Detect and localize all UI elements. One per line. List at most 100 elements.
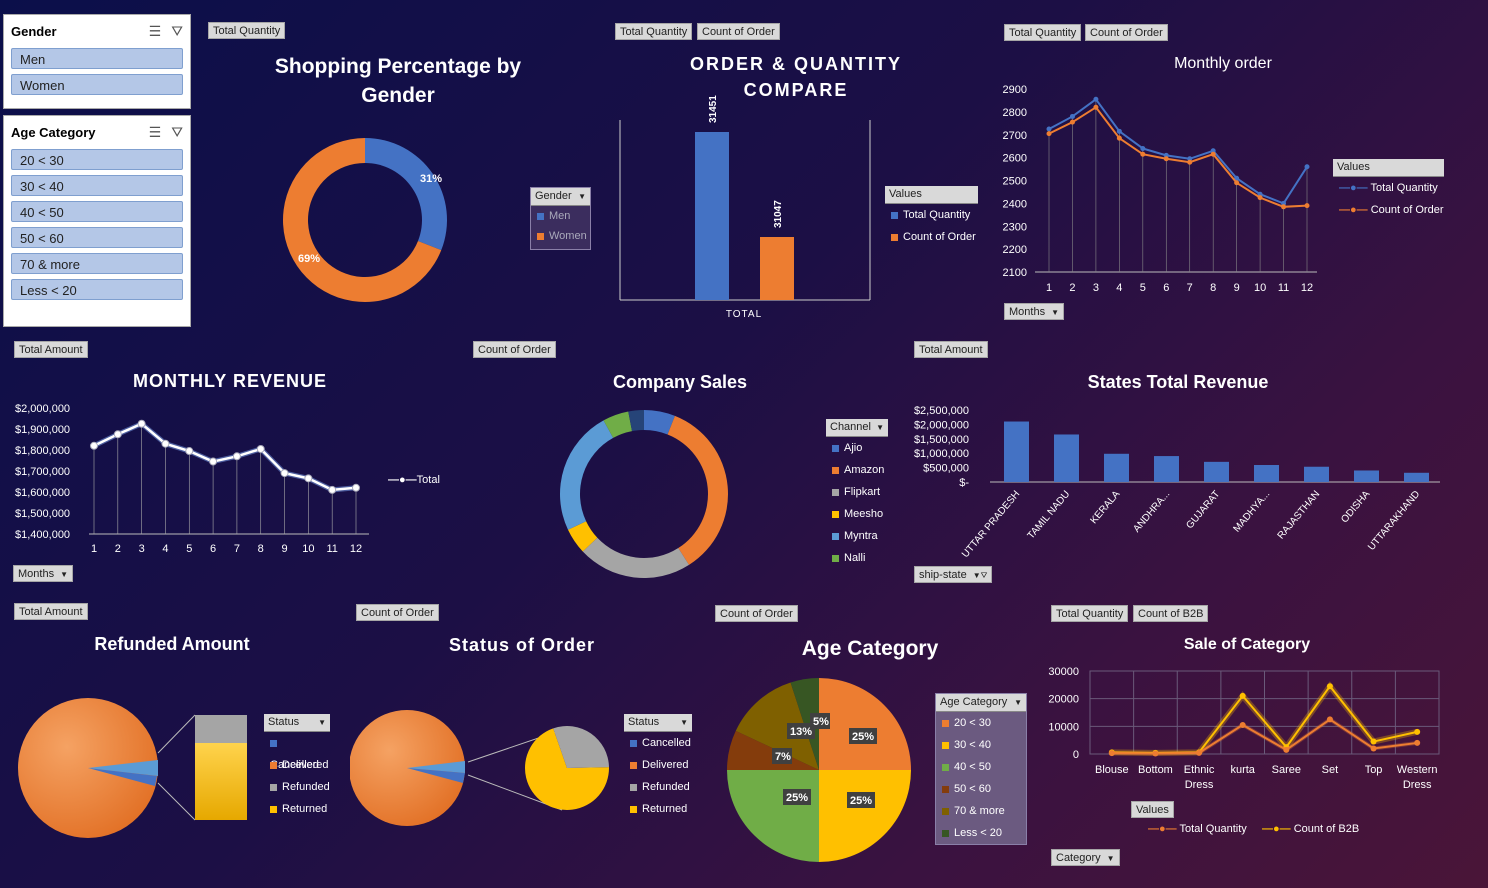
- bar-andhra-: [1154, 456, 1179, 482]
- monthly-order-legend: Values —●— Total Quantity —●— Count of O…: [1333, 159, 1444, 223]
- data-point: [1196, 749, 1203, 756]
- age-slicer-item[interactable]: Less < 20: [11, 279, 183, 300]
- dropdown-arrow-icon[interactable]: ▼: [876, 419, 884, 436]
- x-tick-label: 12: [1301, 282, 1313, 294]
- gender-slicer-item-men[interactable]: Men: [11, 48, 183, 69]
- monthly-order-axis: 2900280027002600250024002300220021001 2 3 4…: [1003, 84, 1317, 294]
- age-slicer-item[interactable]: 30 < 40: [11, 175, 183, 196]
- y-tick-label: $1,800,000: [15, 445, 70, 457]
- age-chart-field-button[interactable]: Count of Order: [715, 605, 798, 622]
- order-qty-field-button-1[interactable]: Total Quantity: [615, 23, 693, 40]
- monthly-revenue-field-button[interactable]: Total Amount: [14, 341, 88, 358]
- legend-item: Flipkart: [826, 481, 888, 503]
- x-tick-label: 10: [1254, 282, 1266, 294]
- age-pie-chart: 25% 25% 25% 7% 13%5%: [727, 678, 911, 862]
- axis-button-label: Category: [1056, 852, 1101, 864]
- y-tick-label: 2500: [1003, 176, 1027, 188]
- data-point: [1152, 750, 1159, 757]
- monthly-order-field-button-1[interactable]: Total Quantity: [1004, 24, 1082, 41]
- states-title: States Total Revenue: [1087, 372, 1269, 392]
- legend-label: Flipkart: [844, 486, 881, 498]
- order-qty-legend: Values Total Quantity Count of Order: [885, 186, 978, 248]
- age-slicer-item[interactable]: 70 & more: [11, 253, 183, 274]
- age-chart-legend-header[interactable]: Age Category ▼: [936, 694, 1026, 712]
- refunded-legend-header[interactable]: Status ▼: [264, 714, 330, 732]
- sale-cat-field-button-2[interactable]: Count of B2B: [1133, 605, 1209, 622]
- x-tick-label: 6: [210, 543, 216, 555]
- age-slicer-item[interactable]: 50 < 60: [11, 227, 183, 248]
- data-point: [1108, 750, 1115, 757]
- legend-label: Less < 20: [954, 827, 1003, 839]
- y-tick-label: 2800: [1003, 107, 1027, 119]
- series-shadow: [92, 420, 357, 493]
- age-slicer-item[interactable]: 40 < 50: [11, 201, 183, 222]
- data-point: [1140, 145, 1146, 151]
- legend-label: Women: [549, 230, 587, 242]
- dropdown-arrow-icon[interactable]: ▼: [680, 714, 688, 731]
- monthly-order-field-button-2[interactable]: Count of Order: [1085, 24, 1168, 41]
- data-point: [1140, 151, 1146, 157]
- gender-legend-header[interactable]: Gender ▼: [531, 188, 590, 206]
- sale-cat-axis-button[interactable]: Category ▼: [1051, 849, 1120, 866]
- legend-item: Cancelled: [264, 732, 330, 771]
- monthly-order-axis-button[interactable]: Months ▼: [1004, 303, 1064, 320]
- monthly-order-legend-header: Values: [1333, 159, 1444, 177]
- data-point: [1093, 104, 1099, 110]
- data-label: 25%: [850, 795, 872, 807]
- gender-legend: Gender ▼ Men Women: [530, 187, 591, 250]
- states-field-button[interactable]: Total Amount: [914, 341, 988, 358]
- legend-item: Refunded: [624, 776, 692, 798]
- dropdown-arrow-icon[interactable]: ▼: [578, 188, 586, 205]
- legend-item: Returned: [624, 798, 692, 820]
- x-tick-label: 10: [302, 543, 314, 555]
- series-line-total-quantity: [1048, 97, 1308, 205]
- legend-item: Ajio: [826, 437, 888, 459]
- legend-label: Myntra: [844, 530, 878, 542]
- data-point: [1414, 728, 1421, 735]
- clear-filter-icon[interactable]: ⛛: [171, 23, 183, 40]
- y-tick-label: $2,000,000: [15, 403, 70, 415]
- company-sales-legend-header[interactable]: Channel ▼: [826, 419, 888, 437]
- gender-men-label: 31%: [420, 173, 442, 185]
- legend-item: Delivered: [264, 754, 330, 776]
- order-qty-field-button-2[interactable]: Count of Order: [697, 23, 780, 40]
- monthly-revenue-series: [90, 419, 360, 494]
- monthly-revenue-axis-button[interactable]: Months ▼: [13, 565, 73, 582]
- x-tick-label: 9: [281, 543, 287, 555]
- dropdown-arrow-icon[interactable]: ▼: [1014, 694, 1022, 711]
- x-tick-label: Bottom: [1138, 764, 1173, 776]
- data-point: [1210, 151, 1216, 157]
- multi-select-icon[interactable]: ☰: [149, 124, 162, 141]
- sale-cat-field-button-1[interactable]: Total Quantity: [1051, 605, 1129, 622]
- slice-flipkart: [582, 537, 690, 578]
- y-tick-label: 2300: [1003, 221, 1027, 233]
- age-slicer-item[interactable]: 20 < 30: [11, 149, 183, 170]
- legend-item: 20 < 30: [936, 712, 1026, 734]
- refunded-field-button[interactable]: Total Amount: [14, 603, 88, 620]
- x-tick-label: 11: [326, 543, 337, 555]
- status-legend-header[interactable]: Status ▼: [624, 714, 692, 732]
- legend-item: Women: [531, 226, 590, 246]
- status-field-button[interactable]: Count of Order: [356, 604, 439, 621]
- legend-item: Men: [531, 206, 590, 226]
- sale-cat-title: Sale of Category: [1183, 636, 1311, 653]
- clear-filter-icon[interactable]: ⛛: [171, 124, 183, 141]
- x-tick-label: 3: [1093, 282, 1099, 294]
- gender-slicer-item-women[interactable]: Women: [11, 74, 183, 95]
- multi-select-icon[interactable]: ☰: [149, 23, 162, 40]
- dropdown-arrow-icon[interactable]: ▼: [318, 714, 326, 731]
- data-point: [113, 430, 122, 439]
- gender-field-button[interactable]: Total Quantity: [208, 22, 286, 39]
- data-point: [1283, 746, 1290, 753]
- y-tick-label: $1,500,000: [914, 434, 969, 446]
- company-sales-field-button[interactable]: Count of Order: [473, 341, 556, 358]
- states-axis: $2,500,000 $2,000,000 $1,500,000 $1,000,000…: [914, 405, 1440, 560]
- age-slicer: Age Category ☰ ⛛ 20 < 30 30 < 40 40 < 50…: [3, 115, 191, 327]
- axis-button-label: ship-state: [919, 569, 967, 581]
- states-axis-button[interactable]: ship-state ▼⛛: [914, 566, 993, 583]
- x-tick-label: 4: [162, 543, 168, 555]
- legend-label: Nalli: [844, 552, 866, 564]
- legend-item: Cancelled: [624, 732, 692, 754]
- dropdown-arrow-icon: ▼: [60, 570, 68, 579]
- x-tick-label: 2: [115, 543, 121, 555]
